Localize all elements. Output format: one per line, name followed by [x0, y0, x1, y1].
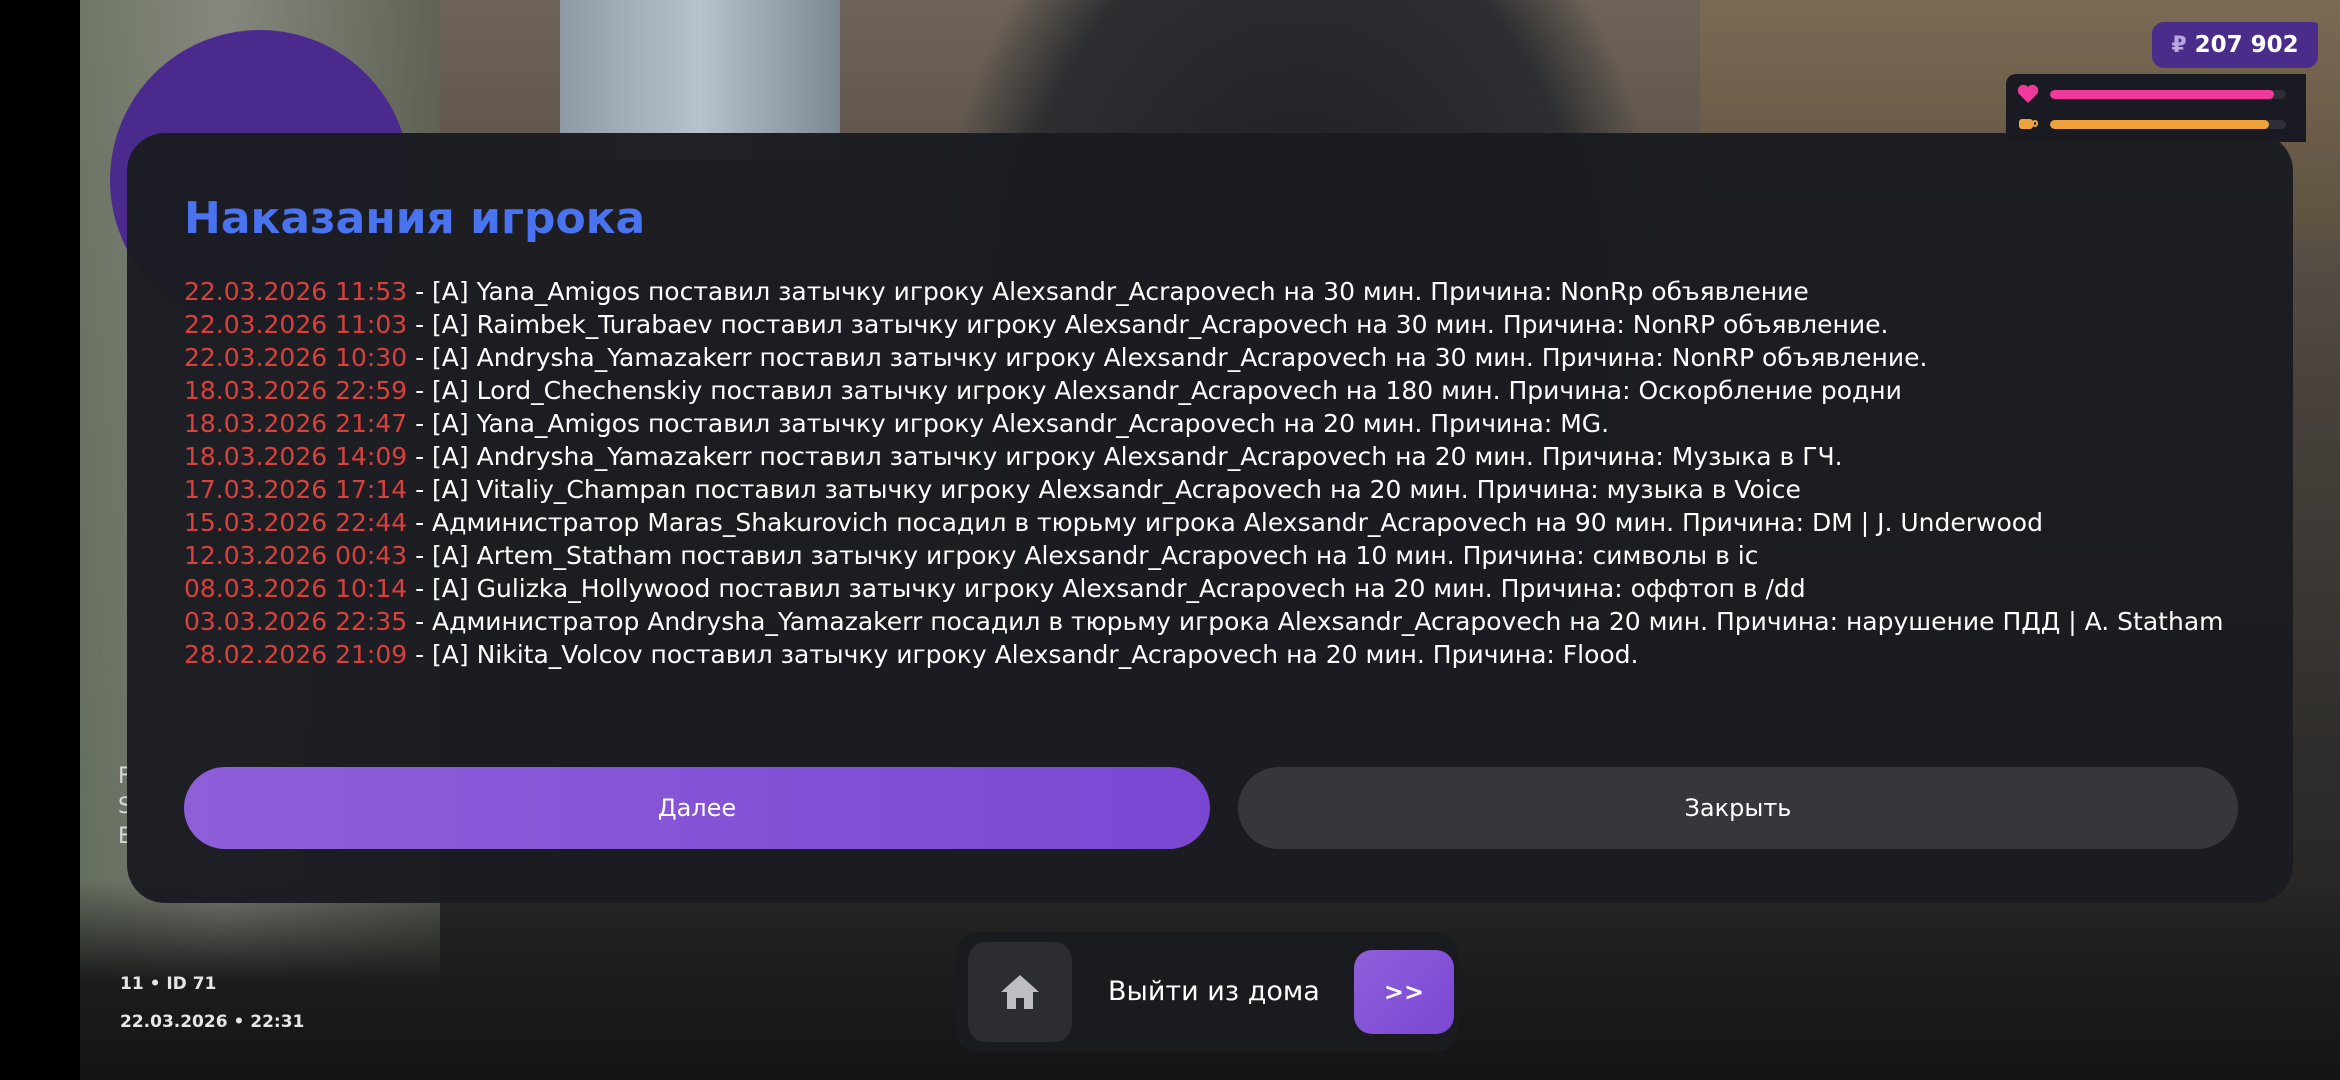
close-button[interactable]: Закрыть [1238, 767, 2238, 849]
log-entry: 22.03.2026 10:30 - [A] Andrysha_Yamazake… [184, 341, 2244, 374]
log-entry-text: - [A] Lord_Chechenskiy поставил затычку … [407, 376, 1902, 405]
log-entry: 22.03.2026 11:53 - [A] Yana_Amigos поста… [184, 275, 2244, 308]
log-entry-date: 15.03.2026 22:44 [184, 508, 408, 537]
hunger-bar-fill [2050, 119, 2270, 129]
log-entry-text: - Администратор Maras_Shakurovich посади… [407, 508, 2043, 537]
log-entry: 08.03.2026 10:14 - [A] Gulizka_Hollywood… [184, 572, 2244, 605]
log-entry-date: 22.03.2026 10:30 [184, 343, 408, 372]
log-entry-text: - [A] Gulizka_Hollywood поставил затычку… [407, 574, 1806, 603]
log-entry-date: 28.02.2026 21:09 [184, 640, 408, 669]
food-icon [2016, 113, 2040, 135]
next-button[interactable]: Далее [184, 767, 1210, 849]
log-entry: 18.03.2026 22:59 - [A] Lord_Chechenskiy … [184, 374, 2244, 407]
log-entry-date: 22.03.2026 11:53 [184, 277, 408, 306]
log-entry-date: 12.03.2026 00:43 [184, 541, 408, 570]
dialog-title: Наказания игрока [184, 193, 646, 244]
log-entry: 15.03.2026 22:44 - Администратор Maras_S… [184, 506, 2244, 539]
log-entry: 03.03.2026 22:35 - Администратор Andrysh… [184, 605, 2244, 638]
log-entry-date: 03.03.2026 22:35 [184, 607, 408, 636]
money-amount: 207 902 [2194, 32, 2299, 58]
log-entry-date: 17.03.2026 17:14 [184, 475, 408, 504]
exit-house-go-button[interactable]: >> [1354, 950, 1454, 1034]
hunger-bar [2050, 119, 2286, 129]
health-bar-fill [2050, 89, 2275, 99]
home-icon [1001, 975, 1039, 1009]
exit-house-prompt: Выйти из дома >> [956, 932, 1458, 1052]
log-entry: 18.03.2026 14:09 - [A] Andrysha_Yamazake… [184, 440, 2244, 473]
health-stat [2016, 82, 2286, 106]
log-entry-date: 08.03.2026 10:14 [184, 574, 408, 603]
heart-icon [2016, 83, 2040, 105]
money-display: ₽ 207 902 [2152, 22, 2318, 68]
log-entry: 17.03.2026 17:14 - [A] Vitaliy_Champan п… [184, 473, 2244, 506]
log-entry: 12.03.2026 00:43 - [A] Artem_Statham пос… [184, 539, 2244, 572]
status-datetime: 22.03.2026 • 22:31 [120, 1012, 305, 1032]
log-entry-text: - [A] Yana_Amigos поставил затычку игрок… [407, 277, 1809, 306]
log-entry: 18.03.2026 21:47 - [A] Yana_Amigos поста… [184, 407, 2244, 440]
log-entry-text: - [A] Nikita_Volcov поставил затычку игр… [407, 640, 1639, 669]
log-entry-text: - [A] Andrysha_Yamazakerr поставил затыч… [407, 442, 1843, 471]
log-entry-date: 18.03.2026 14:09 [184, 442, 408, 471]
home-button[interactable] [968, 942, 1072, 1042]
server-status: 11 • ID 71 22.03.2026 • 22:31 [120, 974, 304, 1050]
server-id: 11 • ID 71 [120, 974, 217, 994]
health-bar [2050, 89, 2286, 99]
log-entry-text: - [A] Raimbek_Turabaev поставил затычку … [407, 310, 1889, 339]
punishments-dialog: Наказания игрока 22.03.2026 11:53 - [A] … [127, 133, 2293, 903]
ruble-icon: ₽ [2171, 32, 2187, 58]
log-entry-text: - [A] Vitaliy_Champan поставил затычку и… [407, 475, 1801, 504]
log-entry-text: - [A] Yana_Amigos поставил затычку игрок… [407, 409, 1610, 438]
log-entry-date: 18.03.2026 21:47 [184, 409, 408, 438]
log-entry-date: 18.03.2026 22:59 [184, 376, 408, 405]
log-entry: 28.02.2026 21:09 - [A] Nikita_Volcov пос… [184, 638, 2244, 671]
log-entry-text: - [A] Andrysha_Yamazakerr поставил затыч… [407, 343, 1928, 372]
log-entry: 22.03.2026 11:03 - [A] Raimbek_Turabaev … [184, 308, 2244, 341]
punishment-log: 22.03.2026 11:53 - [A] Yana_Amigos поста… [184, 275, 2244, 671]
player-stats-panel [2006, 74, 2306, 142]
log-entry-text: - [A] Artem_Statham поставил затычку игр… [407, 541, 1759, 570]
log-entry-date: 22.03.2026 11:03 [184, 310, 408, 339]
exit-house-label: Выйти из дома [1108, 976, 1320, 1007]
log-entry-text: - Администратор Andrysha_Yamazakerr поса… [407, 607, 2224, 636]
screen-left-bar [0, 0, 80, 1080]
